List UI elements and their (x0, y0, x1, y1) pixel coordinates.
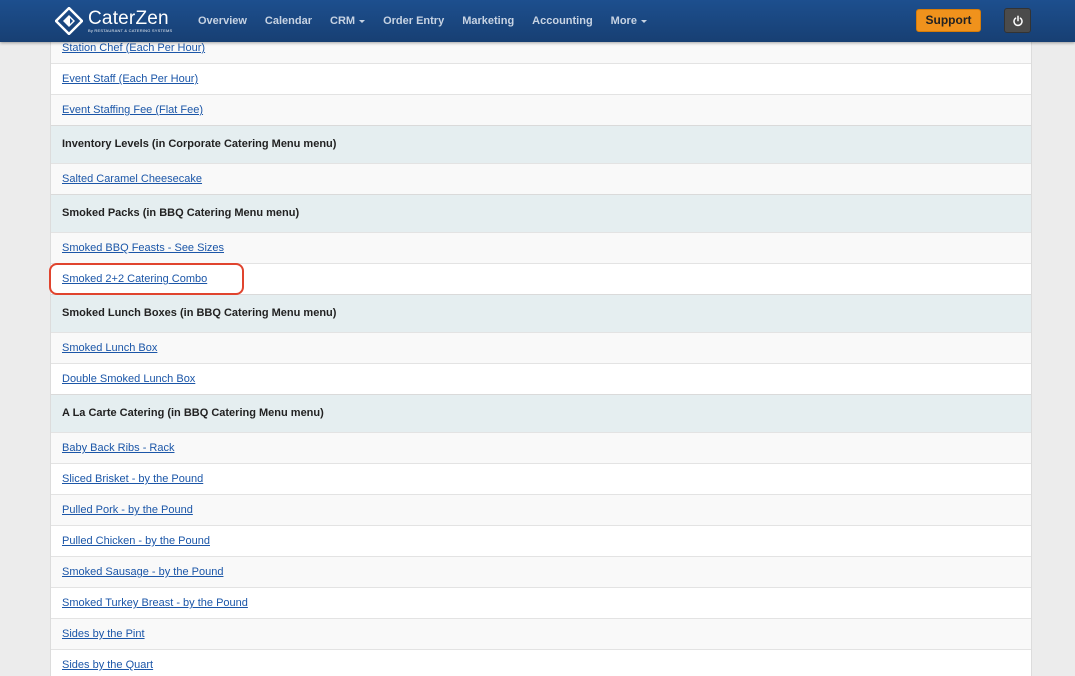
section-header-row: Smoked Lunch Boxes (in BBQ Catering Menu… (51, 294, 1031, 332)
menu-item-link[interactable]: Double Smoked Lunch Box (62, 373, 195, 385)
menu-item-link[interactable]: Event Staffing Fee (Flat Fee) (62, 104, 203, 116)
section-header-row: Smoked Packs (in BBQ Catering Menu menu) (51, 194, 1031, 232)
menu-item-link[interactable]: Smoked Sausage - by the Pound (62, 566, 223, 578)
nav-marketing[interactable]: Marketing (462, 15, 514, 27)
logout-button[interactable] (1004, 8, 1031, 33)
nav-label: CRM (330, 15, 356, 27)
menu-item-row: Sides by the Quart (51, 649, 1031, 676)
caret-down-icon (640, 19, 647, 23)
menu-item-link[interactable]: Sides by the Quart (62, 659, 153, 671)
menu-item-link[interactable]: Smoked BBQ Feasts - See Sizes (62, 242, 224, 254)
brand-subtitle: By RESTAURANT & CATERING SYSTEMS (88, 28, 173, 33)
menu-item-row: Double Smoked Lunch Box (51, 363, 1031, 394)
menu-item-row: Smoked BBQ Feasts - See Sizes (51, 232, 1031, 263)
section-header-row: Inventory Levels (in Corporate Catering … (51, 125, 1031, 163)
main-nav: Overview Calendar CRM Order Entry Marketing A… (198, 0, 665, 42)
menu-item-row: Smoked 2+2 Catering Combo (51, 263, 1031, 294)
menu-item-row: Sliced Brisket - by the Pound (51, 463, 1031, 494)
menu-item-row: Event Staff (Each Per Hour) (51, 63, 1031, 94)
nav-label: More (610, 15, 637, 27)
menu-item-row: Pulled Chicken - by the Pound (51, 525, 1031, 556)
menu-item-link[interactable]: Smoked Lunch Box (62, 342, 157, 354)
menu-item-link[interactable]: Smoked 2+2 Catering Combo (62, 273, 207, 285)
nav-accounting[interactable]: Accounting (532, 15, 593, 27)
section-header-label: Smoked Packs (in BBQ Catering Menu menu) (62, 207, 300, 219)
nav-label: Marketing (462, 15, 515, 27)
menu-item-link[interactable]: Event Staff (Each Per Hour) (62, 73, 198, 85)
menu-item-link[interactable]: Sliced Brisket - by the Pound (62, 473, 203, 485)
caret-down-icon (359, 19, 366, 23)
menu-item-row: Salted Caramel Cheesecake (51, 163, 1031, 194)
top-navbar: CaterZen By RESTAURANT & CATERING SYSTEM… (0, 0, 1075, 42)
caterzen-logo-icon (55, 7, 83, 35)
brand-name: CaterZen (88, 8, 169, 29)
power-icon (1012, 14, 1023, 26)
menu-item-row: Baby Back Ribs - Rack (51, 432, 1031, 463)
menu-item-link[interactable]: Pulled Pork - by the Pound (62, 504, 193, 516)
menu-item-link[interactable]: Smoked Turkey Breast - by the Pound (62, 597, 248, 609)
nav-order-entry[interactable]: Order Entry (383, 15, 444, 27)
nav-label: Calendar (264, 15, 312, 27)
section-header-label: A La Carte Catering (in BBQ Catering Men… (62, 407, 324, 419)
nav-label: Accounting (532, 15, 593, 27)
menu-item-link[interactable]: Sides by the Pint (62, 628, 145, 640)
nav-crm[interactable]: CRM (330, 15, 366, 27)
menu-item-row: Smoked Sausage - by the Pound (51, 556, 1031, 587)
brand-logo[interactable]: CaterZen By RESTAURANT & CATERING SYSTEM… (55, 7, 172, 35)
menu-item-row: Smoked Turkey Breast - by the Pound (51, 587, 1031, 618)
nav-overview[interactable]: Overview (198, 15, 247, 27)
menu-item-link[interactable]: Salted Caramel Cheesecake (62, 173, 202, 185)
nav-label: Overview (198, 15, 247, 27)
menu-item-list: Station Chef (Each Per Hour) Event Staff … (50, 32, 1032, 676)
menu-item-row: Smoked Lunch Box (51, 332, 1031, 363)
menu-item-link[interactable]: Pulled Chicken - by the Pound (62, 535, 210, 547)
section-header-label: Inventory Levels (in Corporate Catering … (62, 138, 337, 150)
menu-item-row: Pulled Pork - by the Pound (51, 494, 1031, 525)
support-button[interactable]: Support (916, 9, 981, 32)
section-header-row: A La Carte Catering (in BBQ Catering Men… (51, 394, 1031, 432)
nav-more[interactable]: More (611, 15, 647, 27)
menu-item-link[interactable]: Station Chef (Each Per Hour) (62, 42, 205, 54)
nav-label: Order Entry (383, 15, 445, 27)
menu-item-row: Event Staffing Fee (Flat Fee) (51, 94, 1031, 125)
nav-calendar[interactable]: Calendar (265, 15, 312, 27)
menu-item-row: Sides by the Pint (51, 618, 1031, 649)
menu-item-link[interactable]: Baby Back Ribs - Rack (62, 442, 174, 454)
section-header-label: Smoked Lunch Boxes (in BBQ Catering Menu… (62, 307, 337, 319)
